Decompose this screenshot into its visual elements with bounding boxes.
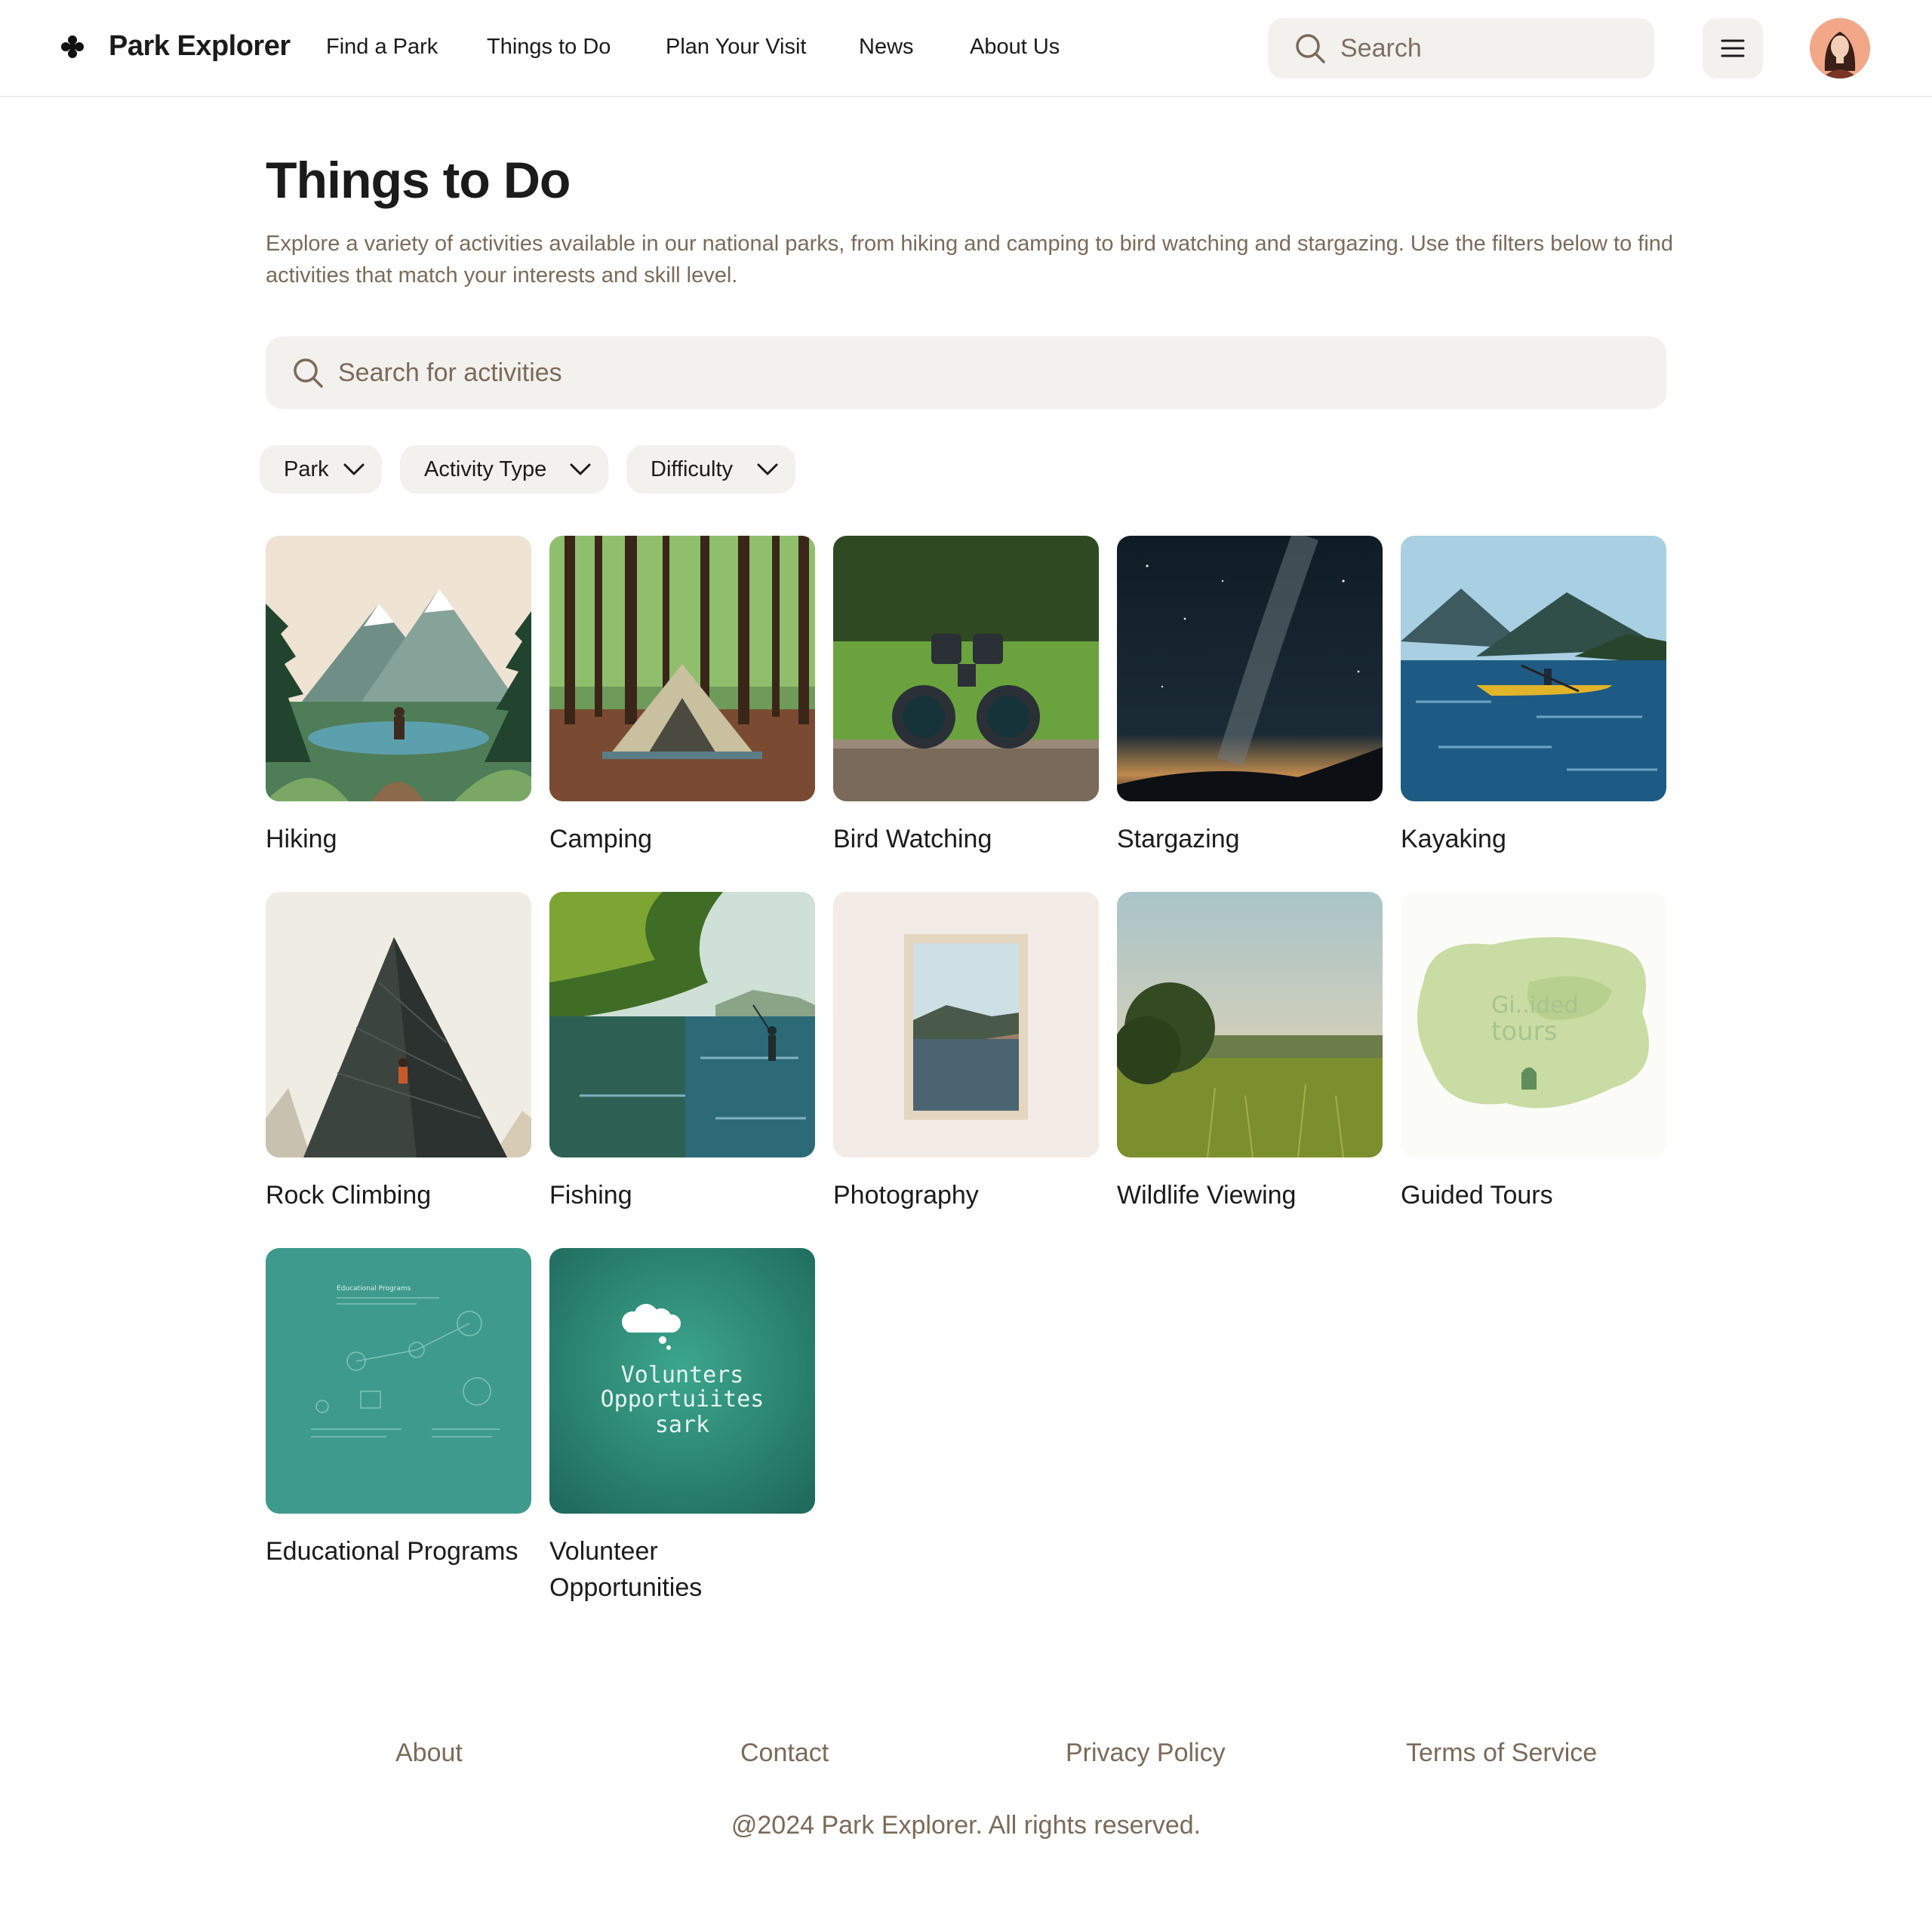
search-icon [294,358,323,388]
copyright-text: @2024 Park Explorer. All rights reserved… [731,1811,1201,1840]
footer-about-link[interactable]: About [395,1738,463,1768]
activity-card-rock-climbing[interactable]: Rock Climbing [266,892,531,1213]
activity-label: Camping [549,825,653,853]
nav-things-to-do[interactable]: Things to Do [487,35,611,60]
nav-news[interactable]: News [859,35,914,60]
footer-contact-link[interactable]: Contact [740,1738,829,1768]
rock-climbing-image [266,892,531,1157]
volunteer-thumb-text: Opportuiites [601,1386,764,1413]
educational-thumb-text: Educational Programs [337,1285,411,1293]
activity-card-guided-tours[interactable]: Gi..ided tours Guided Tours [1401,892,1666,1213]
filter-difficulty[interactable]: Difficulty [626,445,795,493]
top-navigation-bar: Park Explorer Find a Park Things to Do P… [0,0,1932,97]
menu-button[interactable] [1703,18,1763,78]
chevron-down-icon [343,463,365,475]
brand-name[interactable]: Park Explorer [109,30,291,63]
photography-image [833,892,1099,1157]
guided-tours-image: Gi..ided tours [1401,892,1666,1157]
user-avatar[interactable] [1810,18,1870,78]
volunteer-opportunities-image: Volunters Opportuiites sark [549,1248,815,1514]
activity-label: Rock Climbing [266,1181,432,1210]
fishing-image [549,892,815,1157]
activity-card-kayaking[interactable]: Kayaking [1401,536,1666,857]
footer-privacy-policy-link[interactable]: Privacy Policy [1066,1738,1226,1768]
activity-search-input[interactable] [338,337,1621,409]
activity-label: Educational Programs [266,1537,518,1566]
chevron-down-icon [570,463,591,475]
activity-card-volunteer-opportunities[interactable]: Volunters Opportuiites sark Volunteer Op… [549,1248,815,1606]
activity-label: Fishing [549,1181,632,1210]
hiking-image [266,536,531,801]
activity-label: Stargazing [1117,825,1240,853]
filter-label: Difficulty [651,457,734,481]
activity-label: Kayaking [1401,825,1506,853]
educational-programs-image: Educational Programs [266,1248,531,1514]
activity-card-photography[interactable]: Photography [833,892,1099,1213]
guided-tours-thumb-text: Gi..ided [1491,992,1579,1019]
activity-label: Photography [833,1181,979,1210]
header-search [1268,18,1654,78]
activity-card-stargazing[interactable]: Stargazing [1117,536,1383,857]
activity-card-wildlife-viewing[interactable]: Wildlife Viewing [1117,892,1383,1213]
activity-card-bird-watching[interactable]: Bird Watching [833,536,1099,857]
header-search-input[interactable] [1340,18,1642,78]
activity-card-educational-programs[interactable]: Educational Programs Educational Program… [266,1248,531,1569]
camping-image [549,536,815,801]
filter-activity-type[interactable]: Activity Type [400,445,608,493]
activity-card-fishing[interactable]: Fishing [549,892,815,1213]
wildlife-viewing-image [1117,892,1383,1157]
filter-label: Activity Type [424,457,547,481]
footer-terms-of-service-link[interactable]: Terms of Service [1406,1738,1597,1768]
page-title: Things to Do [266,152,571,209]
bird-watching-image [833,536,1099,801]
guided-tours-thumb-text: tours [1491,1016,1557,1047]
flower-icon[interactable] [60,35,85,59]
nav-about-us[interactable]: About Us [970,35,1060,60]
activity-label: Volunteer Opportunities [549,1537,703,1602]
volunteer-thumb-text: Volunters [621,1362,744,1388]
filter-label: Park [284,457,329,481]
stargazing-image [1117,536,1383,801]
nav-plan-your-visit[interactable]: Plan Your Visit [666,35,807,60]
activity-label: Guided Tours [1401,1181,1553,1210]
filter-park[interactable]: Park [260,445,382,493]
activity-label: Hiking [266,825,337,853]
activity-card-camping[interactable]: Camping [549,536,815,857]
activity-label: Bird Watching [833,825,992,853]
chevron-down-icon [757,463,778,475]
page-description: Explore a variety of activities availabl… [266,232,1674,287]
kayaking-image [1401,536,1666,801]
activity-card-hiking[interactable]: Hiking [266,536,531,857]
nav-find-a-park[interactable]: Find a Park [326,35,438,60]
activity-label: Wildlife Viewing [1117,1181,1297,1210]
volunteer-thumb-text: sark [655,1412,709,1438]
activity-search [266,337,1666,409]
search-icon [1296,34,1325,63]
menu-icon [1721,39,1745,57]
